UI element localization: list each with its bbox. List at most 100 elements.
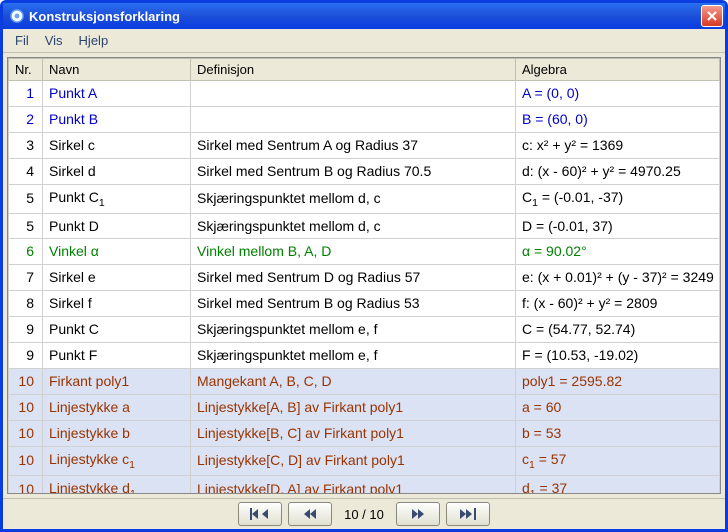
cell-definition: Linjestykke[B, C] av Firkant poly1 [191, 420, 516, 446]
table-row[interactable]: 10Linjestykke bLinjestykke[B, C] av Firk… [9, 420, 720, 446]
cell-nr: 10 [9, 368, 43, 394]
menu-view[interactable]: Vis [37, 31, 71, 50]
menu-help[interactable]: Hjelp [71, 31, 117, 50]
cell-nr: 7 [9, 265, 43, 291]
cell-nr: 5 [9, 213, 43, 239]
cell-definition [191, 106, 516, 132]
cell-name: Punkt C [43, 317, 191, 343]
cell-name: Punkt D [43, 213, 191, 239]
pager-toolbar: 10 / 10 [3, 498, 725, 529]
table-row[interactable]: 5Punkt DSkjæringspunktet mellom d, cD = … [9, 213, 720, 239]
cell-definition [191, 81, 516, 107]
cell-definition: Sirkel med Sentrum B og Radius 53 [191, 291, 516, 317]
close-button[interactable] [701, 5, 723, 27]
table-row[interactable]: 9Punkt FSkjæringspunktet mellom e, fF = … [9, 342, 720, 368]
cell-algebra: poly1 = 2595.82 [516, 368, 720, 394]
cell-algebra: c1 = 57 [516, 446, 720, 475]
table-row[interactable]: 10Firkant poly1Mangekant A, B, C, Dpoly1… [9, 368, 720, 394]
cell-nr: 1 [9, 81, 43, 107]
next-button[interactable] [396, 502, 440, 526]
cell-algebra: d: (x - 60)² + y² = 4970.25 [516, 158, 720, 184]
cell-name: Punkt C1 [43, 184, 191, 213]
cell-name: Sirkel f [43, 291, 191, 317]
construction-table-wrap[interactable]: Nr. Navn Definisjon Algebra 1Punkt A A = … [7, 57, 721, 494]
table-row[interactable]: 4Sirkel dSirkel med Sentrum B og Radius … [9, 158, 720, 184]
cell-definition: Skjæringspunktet mellom e, f [191, 342, 516, 368]
cell-definition: Skjæringspunktet mellom d, c [191, 184, 516, 213]
cell-name: Linjestykke c1 [43, 446, 191, 475]
col-header-algebra[interactable]: Algebra [516, 59, 720, 81]
table-row[interactable]: 1Punkt A A = (0, 0) [9, 81, 720, 107]
cell-name: Sirkel d [43, 158, 191, 184]
table-row[interactable]: 10Linjestykke d1Linjestykke[D, A] av Fir… [9, 475, 720, 494]
cell-definition: Vinkel mellom B, A, D [191, 239, 516, 265]
cell-nr: 6 [9, 239, 43, 265]
cell-definition: Skjæringspunktet mellom e, f [191, 317, 516, 343]
cell-algebra: f: (x - 60)² + y² = 2809 [516, 291, 720, 317]
col-header-definition[interactable]: Definisjon [191, 59, 516, 81]
cell-definition: Linjestykke[D, A] av Firkant poly1 [191, 475, 516, 494]
cell-name: Linjestykke d1 [43, 475, 191, 494]
cell-algebra: C = (54.77, 52.74) [516, 317, 720, 343]
cell-algebra: F = (10.53, -19.02) [516, 342, 720, 368]
table-row[interactable]: 2Punkt B B = (60, 0) [9, 106, 720, 132]
content-area: Nr. Navn Definisjon Algebra 1Punkt A A = … [3, 53, 725, 498]
cell-algebra: A = (0, 0) [516, 81, 720, 107]
table-row[interactable]: 8Sirkel fSirkel med Sentrum B og Radius … [9, 291, 720, 317]
cell-algebra: α = 90.02° [516, 239, 720, 265]
table-row[interactable]: 5Punkt C1Skjæringspunktet mellom d, cC1 … [9, 184, 720, 213]
cell-nr: 10 [9, 420, 43, 446]
table-row[interactable]: 9Punkt CSkjæringspunktet mellom e, fC = … [9, 317, 720, 343]
cell-nr: 4 [9, 158, 43, 184]
cell-name: Linjestykke a [43, 394, 191, 420]
table-header-row: Nr. Navn Definisjon Algebra [9, 59, 720, 81]
cell-nr: 8 [9, 291, 43, 317]
cell-name: Linjestykke b [43, 420, 191, 446]
cell-algebra: e: (x + 0.01)² + (y - 37)² = 3249 [516, 265, 720, 291]
cell-name: Vinkel α [43, 239, 191, 265]
cell-algebra: d1 = 37 [516, 475, 720, 494]
menubar: Fil Vis Hjelp [3, 29, 725, 53]
cell-nr: 10 [9, 446, 43, 475]
cell-definition: Linjestykke[C, D] av Firkant poly1 [191, 446, 516, 475]
first-button[interactable] [238, 502, 282, 526]
cell-nr: 10 [9, 394, 43, 420]
table-row[interactable]: 3Sirkel cSirkel med Sentrum A og Radius … [9, 132, 720, 158]
cell-name: Punkt B [43, 106, 191, 132]
last-button[interactable] [446, 502, 490, 526]
cell-nr: 9 [9, 342, 43, 368]
table-row[interactable]: 7Sirkel eSirkel med Sentrum D og Radius … [9, 265, 720, 291]
cell-definition: Linjestykke[A, B] av Firkant poly1 [191, 394, 516, 420]
cell-definition: Skjæringspunktet mellom d, c [191, 213, 516, 239]
cell-nr: 10 [9, 475, 43, 494]
cell-nr: 2 [9, 106, 43, 132]
window-title: Konstruksjonsforklaring [29, 9, 701, 24]
cell-nr: 5 [9, 184, 43, 213]
cell-nr: 9 [9, 317, 43, 343]
window: Konstruksjonsforklaring Fil Vis Hjelp Nr… [0, 0, 728, 532]
app-icon [9, 8, 25, 24]
cell-name: Punkt A [43, 81, 191, 107]
cell-algebra: C1 = (-0.01, -37) [516, 184, 720, 213]
cell-algebra: a = 60 [516, 394, 720, 420]
table-row[interactable]: 10Linjestykke c1Linjestykke[C, D] av Fir… [9, 446, 720, 475]
page-indicator: 10 / 10 [338, 507, 390, 522]
cell-algebra: B = (60, 0) [516, 106, 720, 132]
cell-nr: 3 [9, 132, 43, 158]
col-header-name[interactable]: Navn [43, 59, 191, 81]
cell-definition: Sirkel med Sentrum D og Radius 57 [191, 265, 516, 291]
cell-algebra: c: x² + y² = 1369 [516, 132, 720, 158]
cell-definition: Mangekant A, B, C, D [191, 368, 516, 394]
construction-table: Nr. Navn Definisjon Algebra 1Punkt A A = … [8, 58, 720, 494]
cell-name: Sirkel e [43, 265, 191, 291]
cell-definition: Sirkel med Sentrum A og Radius 37 [191, 132, 516, 158]
prev-button[interactable] [288, 502, 332, 526]
cell-name: Punkt F [43, 342, 191, 368]
cell-algebra: D = (-0.01, 37) [516, 213, 720, 239]
menu-file[interactable]: Fil [7, 31, 37, 50]
table-row[interactable]: 6Vinkel αVinkel mellom B, A, Dα = 90.02° [9, 239, 720, 265]
table-row[interactable]: 10Linjestykke aLinjestykke[A, B] av Firk… [9, 394, 720, 420]
col-header-nr[interactable]: Nr. [9, 59, 43, 81]
cell-name: Firkant poly1 [43, 368, 191, 394]
cell-name: Sirkel c [43, 132, 191, 158]
